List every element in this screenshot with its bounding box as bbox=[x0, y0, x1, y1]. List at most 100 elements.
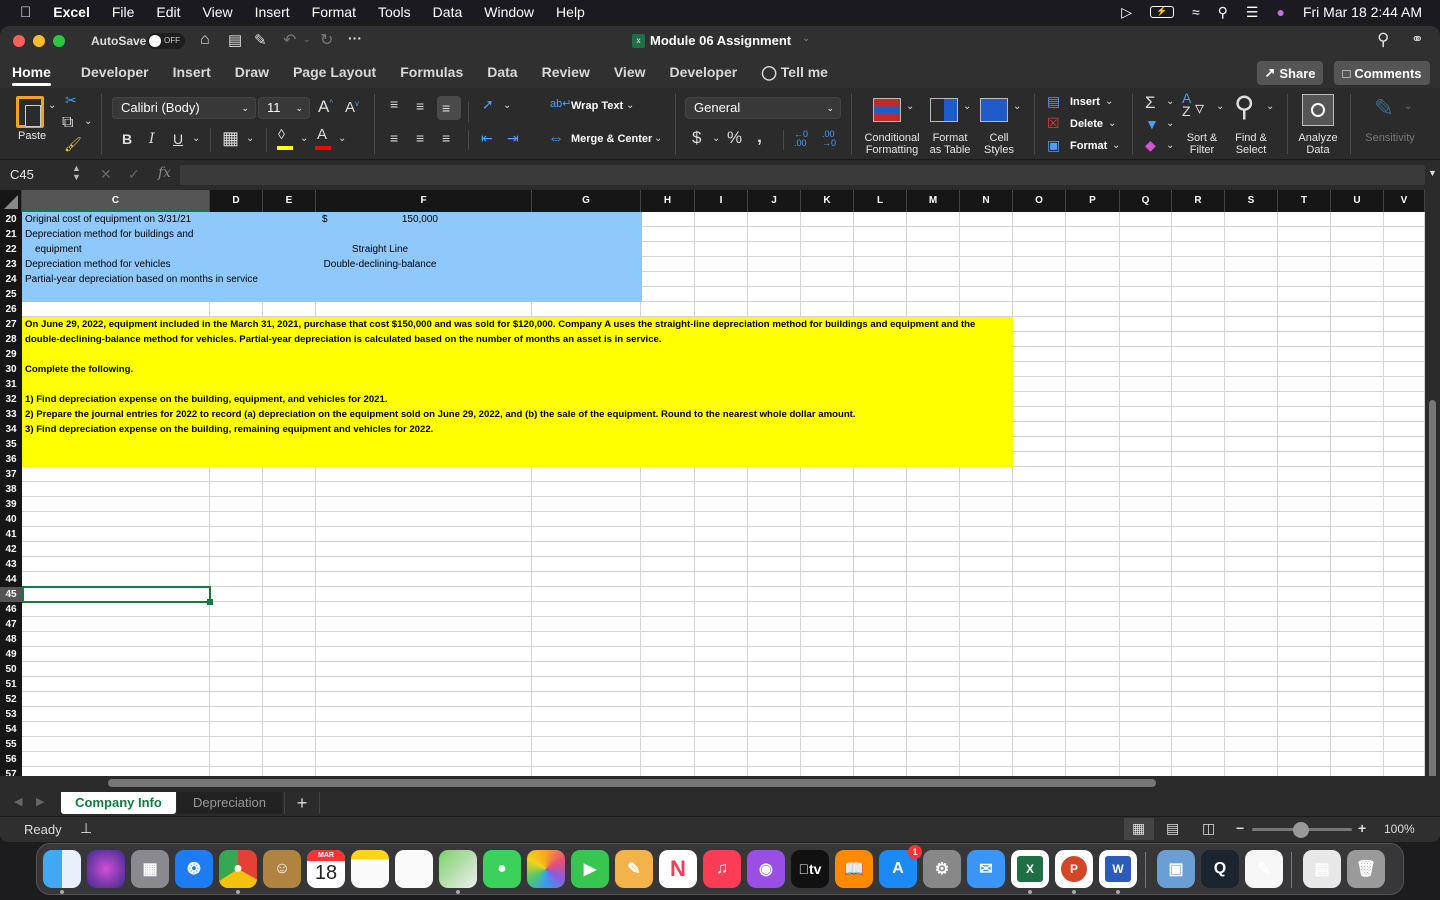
row-header-51[interactable]: 51 bbox=[0, 677, 22, 692]
search-icon[interactable]: ⚲ bbox=[1377, 30, 1389, 50]
column-header-g[interactable]: G bbox=[532, 190, 641, 212]
filter-funnel-icon[interactable]: ▿ bbox=[1195, 98, 1204, 119]
undo-dropdown-icon[interactable]: ⌄ bbox=[303, 34, 311, 45]
podcasts-icon[interactable]: ◉ bbox=[747, 850, 785, 888]
menu-format[interactable]: Format bbox=[312, 4, 356, 20]
column-header-l[interactable]: L bbox=[854, 190, 907, 212]
row-header-22[interactable]: 22 bbox=[0, 242, 22, 257]
mail-icon[interactable]: ✉ bbox=[967, 850, 1005, 888]
format-as-table-dropdown-icon[interactable]: ⌄ bbox=[963, 101, 971, 112]
zoom-level[interactable]: 100% bbox=[1384, 822, 1415, 836]
clear-icon[interactable]: ◆ bbox=[1145, 137, 1156, 154]
pages-icon[interactable]: ✎ bbox=[615, 850, 653, 888]
row-header-42[interactable]: 42 bbox=[0, 542, 22, 557]
vertical-scroll-thumb[interactable] bbox=[1429, 400, 1436, 780]
autosum-icon[interactable]: Σ bbox=[1145, 93, 1156, 113]
prev-sheet-icon[interactable]: ◀ bbox=[14, 795, 22, 808]
comma-style-icon[interactable]: ‚ bbox=[757, 126, 762, 147]
row-header-29[interactable]: 29 bbox=[0, 347, 22, 362]
row-header-41[interactable]: 41 bbox=[0, 527, 22, 542]
orientation-dropdown-icon[interactable]: ⌄ bbox=[503, 100, 511, 111]
comments-button[interactable]: □ Comments bbox=[1334, 61, 1430, 85]
column-header-u[interactable]: U bbox=[1331, 190, 1384, 212]
messages-icon[interactable]: ● bbox=[483, 850, 521, 888]
menu-edit[interactable]: Edit bbox=[156, 4, 180, 20]
align-left-icon[interactable]: ≡ bbox=[390, 130, 398, 146]
share-people-icon[interactable]: ⚭ bbox=[1411, 30, 1424, 48]
orientation-icon[interactable]: ➚ bbox=[482, 96, 494, 113]
align-right-icon[interactable]: ≡ bbox=[442, 130, 450, 146]
wifi-icon[interactable]: ≈ bbox=[1192, 4, 1200, 20]
row-header-43[interactable]: 43 bbox=[0, 557, 22, 572]
row-header-57[interactable]: 57 bbox=[0, 767, 22, 776]
row-header-35[interactable]: 35 bbox=[0, 437, 22, 452]
cell-c23[interactable]: Depreciation method for vehicles bbox=[25, 257, 171, 272]
siri-icon[interactable] bbox=[87, 850, 125, 888]
sort-filter-dropdown-icon[interactable]: ⌄ bbox=[1216, 101, 1224, 112]
conditional-formatting-icon[interactable] bbox=[873, 98, 901, 122]
cell-c21[interactable]: Depreciation method for buildings and bbox=[25, 227, 193, 242]
fill-color-dropdown-icon[interactable]: ⌄ bbox=[300, 133, 308, 144]
expand-formula-bar-icon[interactable]: ▼ bbox=[1428, 168, 1437, 178]
page-break-view-icon[interactable]: ◫ bbox=[1202, 820, 1215, 837]
photos-icon[interactable] bbox=[527, 850, 565, 888]
row-header-24[interactable]: 24 bbox=[0, 272, 22, 287]
row-header-44[interactable]: 44 bbox=[0, 572, 22, 587]
cut-icon[interactable]: ✂ bbox=[65, 92, 77, 109]
font-size-dropdown[interactable]: 11 ⌄ bbox=[258, 97, 310, 119]
column-header-m[interactable]: M bbox=[907, 190, 960, 212]
redo-icon[interactable]: ↻ bbox=[320, 30, 333, 50]
zoom-in-button[interactable]: + bbox=[1358, 820, 1366, 836]
sheet-tab-depreciation[interactable]: Depreciation bbox=[177, 792, 282, 814]
tab-developer[interactable]: Developer bbox=[69, 56, 161, 88]
autosum-dropdown-icon[interactable]: ⌄ bbox=[1166, 96, 1174, 107]
row-header-20[interactable]: 20 bbox=[0, 212, 22, 227]
app-store-icon[interactable]: A1 bbox=[879, 845, 922, 888]
apple-icon[interactable]:  bbox=[20, 4, 31, 21]
row-header-27[interactable]: 27 bbox=[0, 317, 22, 332]
cell-c30[interactable]: Complete the following. bbox=[25, 362, 133, 377]
format-as-table-label[interactable]: Format as Table bbox=[925, 132, 975, 156]
music-icon[interactable]: ♫ bbox=[703, 850, 741, 888]
wrap-text-dropdown-icon[interactable]: ⌄ bbox=[626, 100, 634, 111]
menu-insert[interactable]: Insert bbox=[255, 4, 290, 20]
format-dropdown-icon[interactable]: ⌄ bbox=[1112, 140, 1120, 151]
cell-styles-label[interactable]: Cell Styles bbox=[980, 132, 1018, 156]
horizontal-scrollbar[interactable] bbox=[0, 776, 1440, 790]
cell-c33[interactable]: 2) Prepare the journal entries for 2022 … bbox=[25, 407, 856, 422]
currency-icon[interactable]: $ bbox=[692, 128, 701, 148]
align-bottom-button[interactable]: ≡ bbox=[437, 96, 461, 120]
copy-icon[interactable]: ⧉ bbox=[62, 114, 73, 132]
align-middle-icon[interactable]: ≡ bbox=[416, 98, 424, 114]
row-header-45[interactable]: 45 bbox=[0, 587, 22, 602]
vertical-scrollbar[interactable] bbox=[1425, 190, 1440, 780]
font-color-icon[interactable]: A bbox=[317, 126, 327, 143]
more-icon[interactable]: ··· bbox=[348, 30, 362, 46]
fill-handle[interactable] bbox=[207, 599, 213, 605]
notes-icon[interactable] bbox=[351, 850, 389, 888]
column-header-q[interactable]: Q bbox=[1120, 190, 1172, 212]
format-as-table-icon[interactable] bbox=[930, 98, 958, 122]
tab-developer-2[interactable]: Developer bbox=[658, 56, 750, 88]
borders-dropdown-icon[interactable]: ⌄ bbox=[246, 133, 254, 144]
row-header-21[interactable]: 21 bbox=[0, 227, 22, 242]
fill-color-icon[interactable]: ◊ bbox=[278, 126, 285, 142]
tab-view[interactable]: View bbox=[602, 56, 658, 88]
row-header-40[interactable]: 40 bbox=[0, 512, 22, 527]
menu-file[interactable]: File bbox=[112, 4, 135, 20]
selected-cell-c45[interactable] bbox=[22, 586, 211, 603]
document-title[interactable]: Module 06 Assignment bbox=[650, 33, 791, 48]
merge-center-icon[interactable]: ⇔ bbox=[548, 130, 564, 148]
row-header-47[interactable]: 47 bbox=[0, 617, 22, 632]
currency-dropdown-icon[interactable]: ⌄ bbox=[712, 133, 720, 144]
clear-dropdown-icon[interactable]: ⌄ bbox=[1166, 140, 1174, 151]
merge-center-button[interactable]: Merge & Center bbox=[571, 133, 652, 145]
sort-filter-label[interactable]: Sort & Filter bbox=[1180, 132, 1224, 156]
row-header-23[interactable]: 23 bbox=[0, 257, 22, 272]
zoom-slider-thumb[interactable] bbox=[1293, 822, 1309, 838]
contacts-icon[interactable]: ☺ bbox=[263, 850, 301, 888]
increase-decimal-icon[interactable]: ←0.00 bbox=[794, 130, 808, 148]
increase-font-icon[interactable]: A^ bbox=[318, 97, 333, 117]
textedit-icon[interactable]: ✎ bbox=[1245, 850, 1283, 888]
decrease-decimal-icon[interactable]: .00 →0 bbox=[822, 130, 836, 148]
